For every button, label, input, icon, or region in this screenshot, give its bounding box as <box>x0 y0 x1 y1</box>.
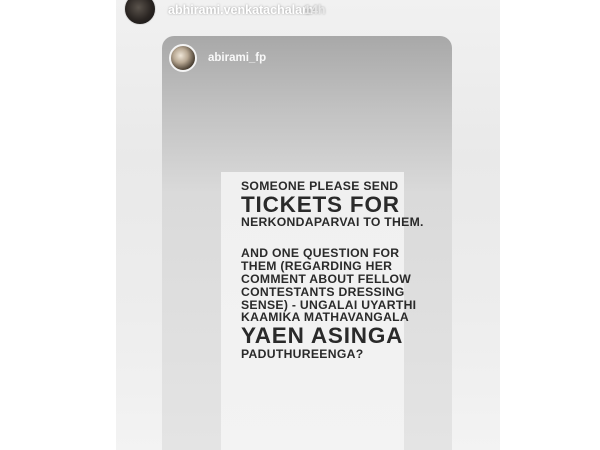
note-line: NERKONDAPARVAI TO THEM. <box>241 215 424 230</box>
story-timestamp: 14h <box>304 3 326 17</box>
note-text: SOMEONE PLEASE SEND TICKETS FOR NERKONDA… <box>241 179 424 361</box>
avatar[interactable] <box>124 0 156 25</box>
note-line: YAEN ASINGA <box>241 323 404 349</box>
note-line: PADUTHUREENGA? <box>241 346 364 361</box>
note-line: SOMEONE PLEASE SEND <box>241 179 399 193</box>
shared-post-avatar[interactable] <box>169 44 197 72</box>
note-line: CONTESTANTS DRESSING <box>241 284 405 299</box>
note-line: COMMENT ABOUT FELLOW <box>241 271 412 286</box>
story-username[interactable]: abhirami.venkatachalam <box>168 3 313 17</box>
story-header: abhirami.venkatachalam 14h <box>116 0 500 26</box>
shared-post-username[interactable]: abirami_fp <box>208 52 266 64</box>
text-note-card: SOMEONE PLEASE SEND TICKETS FOR NERKONDA… <box>221 172 424 450</box>
note-line: THEM (REGARDING HER <box>241 259 393 274</box>
note-line: TICKETS FOR <box>241 191 400 217</box>
